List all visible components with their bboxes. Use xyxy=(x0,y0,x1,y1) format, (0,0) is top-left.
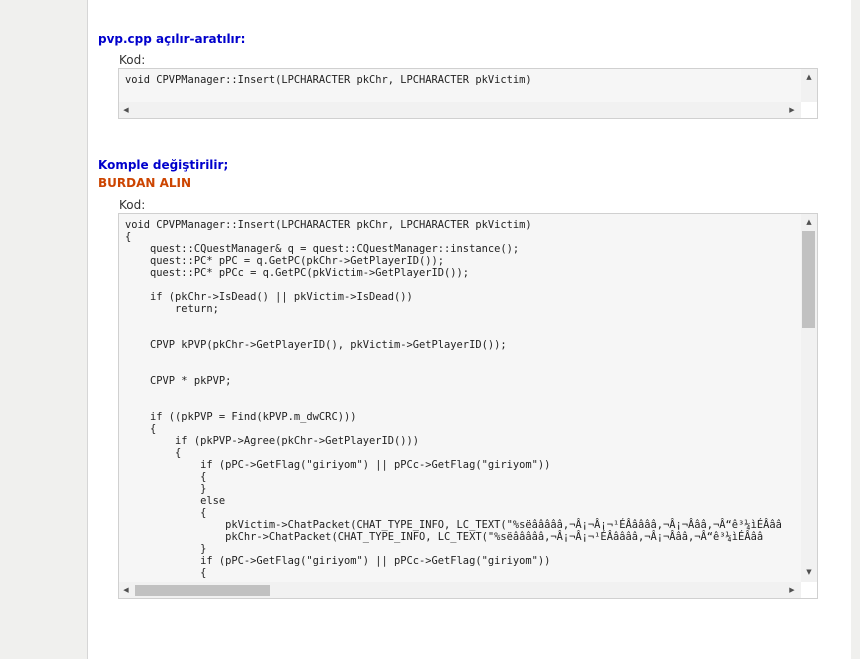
replace-section-subtitle: BURDAN ALIN xyxy=(98,176,192,190)
page-margin xyxy=(851,0,860,659)
code-text: void CPVPManager::Insert(LPCHARACTER pkC… xyxy=(125,74,532,86)
horizontal-scrollbar[interactable]: ◀ ▶ xyxy=(119,102,801,118)
section-divider: ------------------------- xyxy=(98,0,256,7)
code-label: Kod: xyxy=(119,53,146,67)
horizontal-scroll-thumb[interactable] xyxy=(135,585,270,596)
vertical-scroll-thumb[interactable] xyxy=(802,231,815,328)
horizontal-scrollbar[interactable]: ◀ ▶ xyxy=(119,582,801,598)
search-section-title: pvp.cpp açılır-aratılır: xyxy=(98,32,246,46)
code-text: void CPVPManager::Insert(LPCHARACTER pkC… xyxy=(125,219,782,579)
scroll-up-arrow-icon[interactable]: ▲ xyxy=(804,218,814,226)
scroll-right-arrow-icon[interactable]: ▶ xyxy=(787,586,797,594)
scroll-up-arrow-icon[interactable]: ▲ xyxy=(804,73,814,81)
code-block-search[interactable]: void CPVPManager::Insert(LPCHARACTER pkC… xyxy=(118,68,818,119)
vertical-scrollbar[interactable]: ▲ ▼ xyxy=(801,214,817,582)
scroll-right-arrow-icon[interactable]: ▶ xyxy=(787,106,797,114)
scroll-down-arrow-icon[interactable]: ▼ xyxy=(804,568,814,576)
scroll-left-arrow-icon[interactable]: ◀ xyxy=(121,106,131,114)
replace-section-title: Komple değiştirilir; xyxy=(98,158,229,172)
post-content: ------------------------- pvp.cpp açılır… xyxy=(87,0,852,659)
scrollbar-corner xyxy=(801,102,817,118)
scroll-left-arrow-icon[interactable]: ◀ xyxy=(121,586,131,594)
vertical-scrollbar[interactable]: ▲ xyxy=(801,69,817,102)
scrollbar-corner xyxy=(801,582,817,598)
code-block-replace[interactable]: void CPVPManager::Insert(LPCHARACTER pkC… xyxy=(118,213,818,599)
code-label: Kod: xyxy=(119,198,146,212)
